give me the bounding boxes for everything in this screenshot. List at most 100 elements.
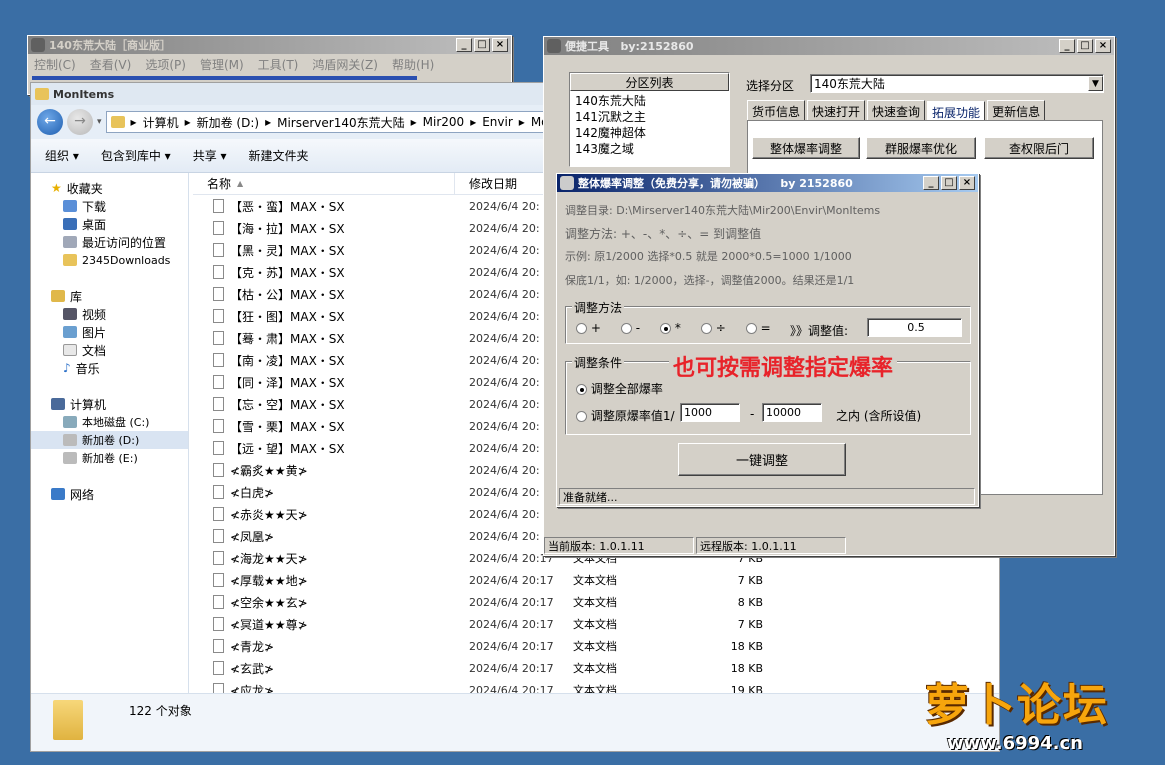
close-icon[interactable]: × <box>492 38 508 52</box>
nav-favorites[interactable]: ★ 收藏夹 <box>31 179 188 197</box>
nav-downloads[interactable]: 下载 <box>31 197 188 215</box>
text-file-icon <box>213 485 224 499</box>
dialog-status: 准备就绪... <box>559 488 975 505</box>
nav-label: 视频 <box>82 307 107 322</box>
nav-videos[interactable]: 视频 <box>31 305 188 323</box>
text-file-icon <box>213 573 224 587</box>
apply-button[interactable]: 一键调整 <box>678 443 846 476</box>
overall-droprate-button[interactable]: 整体爆率调整 <box>752 137 860 159</box>
nav-recent[interactable]: 最近访问的位置 <box>31 233 188 251</box>
method-minus-radio[interactable]: - <box>620 321 640 335</box>
partition-list[interactable]: 分区列表 140东荒大陆 141沉默之主 142魔神超体 143魔之域 <box>569 72 730 167</box>
organize-button[interactable]: 组织 ▾ <box>45 147 79 164</box>
back-icon[interactable]: ← <box>37 109 63 135</box>
minimize-icon[interactable]: _ <box>456 38 472 52</box>
nav-drive-d[interactable]: 新加卷 (D:) <box>31 431 188 449</box>
radio-label: 调整全部爆率 <box>590 382 663 396</box>
method-line: 调整方法: +、-、*、÷、= 到调整值 <box>565 227 762 241</box>
method-equal-radio[interactable]: = <box>745 321 771 335</box>
app-icon <box>31 38 45 52</box>
menu-view[interactable]: 查看(V) <box>90 56 132 73</box>
nav-music[interactable]: ♪ 音乐 <box>31 359 188 377</box>
breadcrumb-server[interactable]: Mirserver140东荒大陆 <box>277 114 405 131</box>
share-button[interactable]: 共享 ▾ <box>193 147 227 164</box>
nav-desktop[interactable]: 桌面 <box>31 215 188 233</box>
close-icon[interactable]: × <box>959 176 975 190</box>
condition-group-label: 调整条件 <box>572 354 625 371</box>
cond-all-radio[interactable]: 调整全部爆率 <box>576 380 663 397</box>
minimize-icon[interactable]: _ <box>1059 39 1075 53</box>
partition-item[interactable]: 142魔神超体 <box>575 125 724 141</box>
cond-range-radio[interactable]: 调整原爆率值1/ <box>576 407 675 424</box>
nav-drive-c[interactable]: 本地磁盘 (C:) <box>31 413 188 431</box>
column-name[interactable]: 名称 ▲ <box>193 173 455 194</box>
text-file-icon <box>213 551 224 565</box>
method-multiply-radio[interactable]: * <box>660 321 681 335</box>
table-row[interactable]: ≮冥道★★尊≯ 2024/6/4 20:17 文本文档 7 KB <box>193 613 999 635</box>
nav-network[interactable]: 网络 <box>31 485 188 503</box>
maximize-icon[interactable]: □ <box>474 38 490 52</box>
maximize-icon[interactable]: □ <box>1077 39 1093 53</box>
partition-select[interactable]: 140东荒大陆 ▼ <box>810 74 1104 93</box>
menu-options[interactable]: 选项(P) <box>145 56 186 73</box>
sort-asc-icon: ▲ <box>237 179 244 188</box>
nav-pictures[interactable]: 图片 <box>31 323 188 341</box>
breadcrumb-mir200[interactable]: Mir200 <box>423 115 465 129</box>
adjust-value-input[interactable]: 0.5 <box>867 318 962 337</box>
table-row[interactable]: ≮玄武≯ 2024/6/4 20:17 文本文档 18 KB <box>193 657 999 679</box>
file-size: 18 KB <box>730 639 763 653</box>
nav-label: 最近访问的位置 <box>82 235 167 250</box>
range-from-input[interactable]: 1000 <box>680 403 740 422</box>
text-file-icon <box>213 441 224 455</box>
radio-icon <box>576 411 587 422</box>
menu-control[interactable]: 控制(C) <box>34 56 76 73</box>
nav-label: 网络 <box>70 487 95 502</box>
new-folder-button[interactable]: 新建文件夹 <box>249 147 309 164</box>
text-file-icon <box>213 331 224 345</box>
nav-documents[interactable]: 文档 <box>31 341 188 359</box>
column-name-label: 名称 <box>207 177 232 191</box>
include-library-button[interactable]: 包含到库中 ▾ <box>101 147 171 164</box>
breadcrumb-sep: ▸ <box>410 115 417 129</box>
table-row[interactable]: ≮空余★★玄≯ 2024/6/4 20:17 文本文档 8 KB <box>193 591 999 613</box>
table-row[interactable]: ≮应龙≯ 2024/6/4 20:17 文本文档 19 KB <box>193 679 999 693</box>
nav-label: 收藏夹 <box>66 181 103 196</box>
text-file-icon <box>213 221 224 235</box>
file-size: 8 KB <box>737 595 763 609</box>
file-size: 19 KB <box>730 683 763 694</box>
table-row[interactable]: ≮厚载★★地≯ 2024/6/4 20:17 文本文档 7 KB <box>193 569 999 591</box>
partition-item[interactable]: 141沉默之主 <box>575 109 724 125</box>
table-row[interactable]: ≮青龙≯ 2024/6/4 20:17 文本文档 18 KB <box>193 635 999 657</box>
file-name-cell: 【恶・蛮】MAX・SX <box>193 198 453 215</box>
breadcrumb-envir[interactable]: Envir <box>482 115 513 129</box>
check-backdoor-button[interactable]: 查权限后门 <box>984 137 1094 159</box>
partition-item[interactable]: 140东荒大陆 <box>575 93 724 109</box>
forward-icon[interactable]: → <box>67 109 93 135</box>
nav-drive-e[interactable]: 新加卷 (E:) <box>31 449 188 467</box>
close-icon[interactable]: × <box>1095 39 1111 53</box>
method-plus-radio[interactable]: + <box>576 321 601 335</box>
minimize-icon[interactable]: _ <box>923 176 939 190</box>
file-name-cell: 【狂・图】MAX・SX <box>193 308 453 325</box>
partition-item[interactable]: 143魔之域 <box>575 141 724 157</box>
nav-2345downloads[interactable]: 2345Downloads <box>31 251 188 269</box>
maximize-icon[interactable]: □ <box>941 176 957 190</box>
menu-tools[interactable]: 工具(T) <box>258 56 299 73</box>
chevron-down-icon[interactable]: ▼ <box>1088 76 1103 91</box>
breadcrumb-computer[interactable]: 计算机 <box>143 114 179 131</box>
nav-computer[interactable]: 计算机 <box>31 395 188 413</box>
bg-window-title: 140东荒大陆［商业版］ <box>49 39 171 52</box>
group-droprate-button[interactable]: 群服爆率优化 <box>866 137 976 159</box>
nav-libraries[interactable]: 库 <box>31 287 188 305</box>
menu-gateway[interactable]: 鸿盾网关(Z) <box>312 56 378 73</box>
menu-help[interactable]: 帮助(H) <box>392 56 434 73</box>
file-name: 【克・苏】MAX・SX <box>230 265 345 280</box>
star-icon: ★ <box>51 181 62 195</box>
menu-manage[interactable]: 管理(M) <box>200 56 244 73</box>
file-name: 【南・凌】MAX・SX <box>230 353 345 368</box>
bg-menubar: 控制(C) 查看(V) 选项(P) 管理(M) 工具(T) 鸿盾网关(Z) 帮助… <box>28 54 511 75</box>
range-to-input[interactable]: 10000 <box>762 403 822 422</box>
method-divide-radio[interactable]: ÷ <box>700 321 726 335</box>
breadcrumb-drive[interactable]: 新加卷 (D:) <box>197 114 259 131</box>
history-dropdown-icon[interactable]: ▾ <box>97 117 102 127</box>
